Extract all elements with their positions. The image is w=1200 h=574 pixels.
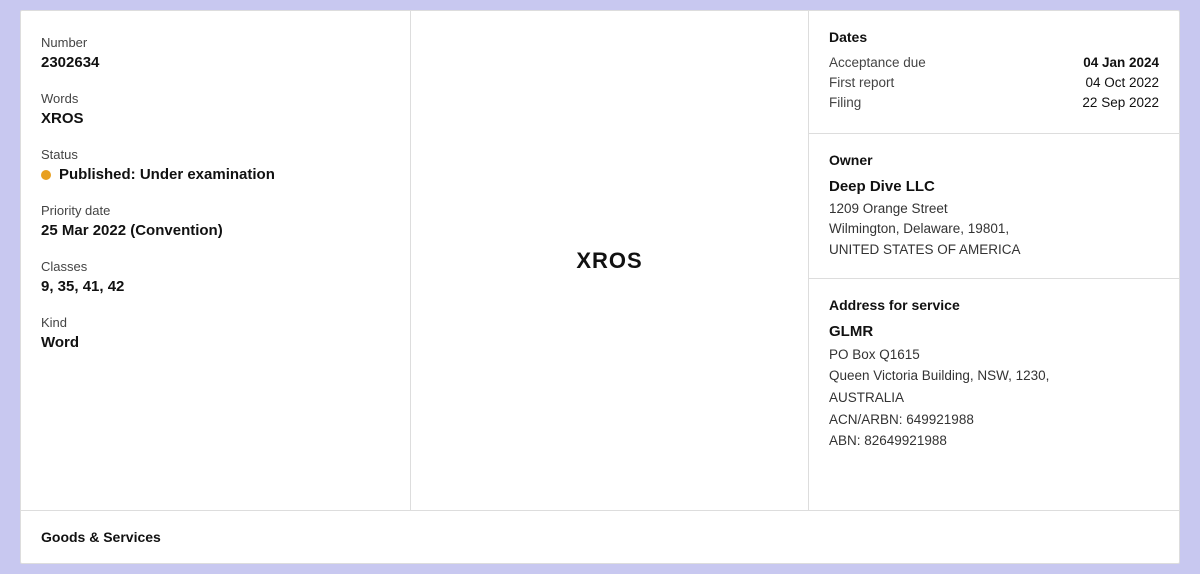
owner-address-line1: 1209 Orange Street (829, 201, 948, 216)
status-group: Status Published: Under examination (41, 147, 390, 183)
words-value: XROS (41, 110, 390, 127)
owner-title: Owner (829, 152, 1159, 168)
right-panel: Dates Acceptance due 04 Jan 2024 First r… (809, 11, 1179, 510)
filing-label: Filing (829, 95, 861, 110)
service-line5: ABN: 82649921988 (829, 433, 947, 448)
kind-value: Word (41, 334, 390, 351)
status-label: Status (41, 147, 390, 162)
words-group: Words XROS (41, 91, 390, 127)
service-line3: AUSTRALIA (829, 390, 904, 405)
service-line4: ACN/ARBN: 649921988 (829, 412, 974, 427)
classes-group: Classes 9, 35, 41, 42 (41, 259, 390, 295)
status-value: Published: Under examination (59, 166, 275, 183)
kind-label: Kind (41, 315, 390, 330)
trademark-display: XROS (576, 248, 642, 274)
main-content-area: Number 2302634 Words XROS Status Publish… (21, 11, 1179, 510)
center-panel: XROS (411, 11, 809, 510)
words-label: Words (41, 91, 390, 106)
first-report-label: First report (829, 75, 894, 90)
number-value: 2302634 (41, 54, 390, 71)
service-address: PO Box Q1615 Queen Victoria Building, NS… (829, 344, 1159, 452)
owner-section: Owner Deep Dive LLC 1209 Orange Street W… (809, 134, 1179, 279)
dates-table: Acceptance due 04 Jan 2024 First report … (829, 55, 1159, 110)
service-section: Address for service GLMR PO Box Q1615 Qu… (809, 279, 1179, 470)
classes-label: Classes (41, 259, 390, 274)
service-title: Address for service (829, 297, 1159, 313)
owner-address-line3: UNITED STATES OF AMERICA (829, 242, 1021, 257)
owner-name: Deep Dive LLC (829, 178, 1159, 195)
main-card: Number 2302634 Words XROS Status Publish… (20, 10, 1180, 564)
acceptance-value: 04 Jan 2024 (1083, 55, 1159, 70)
acceptance-row: Acceptance due 04 Jan 2024 (829, 55, 1159, 70)
owner-address: 1209 Orange Street Wilmington, Delaware,… (829, 199, 1159, 260)
dates-title: Dates (829, 29, 1159, 45)
status-dot-icon (41, 170, 51, 180)
owner-address-line2: Wilmington, Delaware, 19801, (829, 221, 1009, 236)
service-line2: Queen Victoria Building, NSW, 1230, (829, 368, 1049, 383)
service-name: GLMR (829, 323, 1159, 340)
bottom-section: Goods & Services (21, 510, 1179, 563)
classes-value: 9, 35, 41, 42 (41, 278, 390, 295)
first-report-row: First report 04 Oct 2022 (829, 75, 1159, 90)
number-label: Number (41, 35, 390, 50)
priority-label: Priority date (41, 203, 390, 218)
service-line1: PO Box Q1615 (829, 347, 920, 362)
dates-section: Dates Acceptance due 04 Jan 2024 First r… (809, 11, 1179, 134)
left-panel: Number 2302634 Words XROS Status Publish… (21, 11, 411, 510)
number-group: Number 2302634 (41, 35, 390, 71)
priority-group: Priority date 25 Mar 2022 (Convention) (41, 203, 390, 239)
status-row: Published: Under examination (41, 166, 390, 183)
first-report-value: 04 Oct 2022 (1085, 75, 1159, 90)
kind-group: Kind Word (41, 315, 390, 351)
filing-row: Filing 22 Sep 2022 (829, 95, 1159, 110)
goods-services-title: Goods & Services (41, 529, 1159, 545)
filing-value: 22 Sep 2022 (1082, 95, 1159, 110)
acceptance-label: Acceptance due (829, 55, 926, 70)
priority-value: 25 Mar 2022 (Convention) (41, 222, 390, 239)
